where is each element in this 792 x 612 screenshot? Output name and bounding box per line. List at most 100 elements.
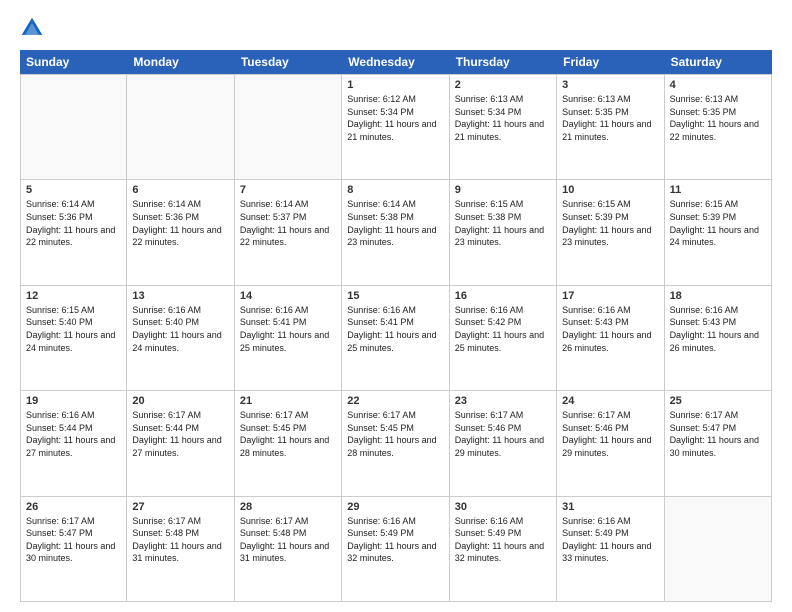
calendar-cell	[127, 75, 234, 179]
day-number: 26	[26, 501, 121, 513]
day-number: 27	[132, 501, 228, 513]
day-number: 25	[670, 395, 766, 407]
calendar-cell: 30 Sunrise: 6:16 AM Sunset: 5:49 PM Dayli…	[450, 497, 557, 601]
calendar-cell: 29 Sunrise: 6:16 AM Sunset: 5:49 PM Dayli…	[342, 497, 449, 601]
day-number: 24	[562, 395, 658, 407]
calendar-cell: 23 Sunrise: 6:17 AM Sunset: 5:46 PM Dayli…	[450, 391, 557, 495]
day-number: 10	[562, 184, 658, 196]
weekday-header: Wednesday	[342, 50, 449, 74]
day-number: 15	[347, 290, 443, 302]
day-number: 16	[455, 290, 551, 302]
day-number: 14	[240, 290, 336, 302]
calendar-cell: 31 Sunrise: 6:16 AM Sunset: 5:49 PM Dayli…	[557, 497, 664, 601]
day-number: 4	[670, 79, 766, 91]
day-info: Sunrise: 6:16 AM Sunset: 5:41 PM Dayligh…	[240, 304, 336, 354]
day-number: 5	[26, 184, 121, 196]
weekday-header: Thursday	[450, 50, 557, 74]
day-info: Sunrise: 6:17 AM Sunset: 5:46 PM Dayligh…	[455, 409, 551, 459]
logo-icon	[20, 16, 44, 40]
day-info: Sunrise: 6:17 AM Sunset: 5:46 PM Dayligh…	[562, 409, 658, 459]
calendar-cell: 14 Sunrise: 6:16 AM Sunset: 5:41 PM Dayli…	[235, 286, 342, 390]
calendar-cell: 7 Sunrise: 6:14 AM Sunset: 5:37 PM Daylig…	[235, 180, 342, 284]
calendar-cell: 20Sunrise: 6:17 AM Sunset: 5:44 PM Dayli…	[127, 391, 234, 495]
calendar-cell: 27 Sunrise: 6:17 AM Sunset: 5:48 PM Dayli…	[127, 497, 234, 601]
day-info: Sunrise: 6:17 AM Sunset: 5:47 PM Dayligh…	[26, 515, 121, 565]
weekday-header: Monday	[127, 50, 234, 74]
calendar-week-row: 5 Sunrise: 6:14 AM Sunset: 5:36 PM Daylig…	[20, 180, 772, 285]
day-number: 13	[132, 290, 228, 302]
day-info: Sunrise: 6:15 AM Sunset: 5:40 PM Dayligh…	[26, 304, 121, 354]
day-info: Sunrise: 6:14 AM Sunset: 5:38 PM Dayligh…	[347, 198, 443, 248]
day-info: Sunrise: 6:17 AM Sunset: 5:48 PM Dayligh…	[132, 515, 228, 565]
calendar-cell: 11Sunrise: 6:15 AM Sunset: 5:39 PM Dayli…	[665, 180, 772, 284]
calendar-week-row: 1 Sunrise: 6:12 AM Sunset: 5:34 PM Daylig…	[20, 74, 772, 180]
day-info: Sunrise: 6:16 AM Sunset: 5:49 PM Dayligh…	[455, 515, 551, 565]
day-info: Sunrise: 6:17 AM Sunset: 5:47 PM Dayligh…	[670, 409, 766, 459]
weekday-header: Friday	[557, 50, 664, 74]
calendar-cell: 12 Sunrise: 6:15 AM Sunset: 5:40 PM Dayli…	[20, 286, 127, 390]
calendar-cell: 28 Sunrise: 6:17 AM Sunset: 5:48 PM Dayli…	[235, 497, 342, 601]
calendar-cell: 9 Sunrise: 6:15 AM Sunset: 5:38 PM Daylig…	[450, 180, 557, 284]
day-number: 9	[455, 184, 551, 196]
day-info: Sunrise: 6:17 AM Sunset: 5:48 PM Dayligh…	[240, 515, 336, 565]
day-info: Sunrise: 6:16 AM Sunset: 5:42 PM Dayligh…	[455, 304, 551, 354]
calendar-body: 1 Sunrise: 6:12 AM Sunset: 5:34 PM Daylig…	[20, 74, 772, 602]
weekday-header: Sunday	[20, 50, 127, 74]
calendar-cell: 25 Sunrise: 6:17 AM Sunset: 5:47 PM Dayli…	[665, 391, 772, 495]
day-info: Sunrise: 6:15 AM Sunset: 5:38 PM Dayligh…	[455, 198, 551, 248]
calendar-cell: 2 Sunrise: 6:13 AM Sunset: 5:34 PM Daylig…	[450, 75, 557, 179]
day-number: 31	[562, 501, 658, 513]
calendar-cell: 17Sunrise: 6:16 AM Sunset: 5:43 PM Dayli…	[557, 286, 664, 390]
day-number: 7	[240, 184, 336, 196]
day-number: 22	[347, 395, 443, 407]
calendar-cell: 26 Sunrise: 6:17 AM Sunset: 5:47 PM Dayli…	[20, 497, 127, 601]
calendar-cell: 24 Sunrise: 6:17 AM Sunset: 5:46 PM Dayli…	[557, 391, 664, 495]
day-number: 8	[347, 184, 443, 196]
calendar-cell: 15Sunrise: 6:16 AM Sunset: 5:41 PM Dayli…	[342, 286, 449, 390]
day-info: Sunrise: 6:13 AM Sunset: 5:35 PM Dayligh…	[562, 93, 658, 143]
day-number: 30	[455, 501, 551, 513]
day-info: Sunrise: 6:14 AM Sunset: 5:36 PM Dayligh…	[132, 198, 228, 248]
calendar-cell: 1 Sunrise: 6:12 AM Sunset: 5:34 PM Daylig…	[342, 75, 449, 179]
calendar-cell	[665, 497, 772, 601]
day-number: 20	[132, 395, 228, 407]
calendar-cell	[20, 75, 127, 179]
calendar-week-row: 26 Sunrise: 6:17 AM Sunset: 5:47 PM Dayli…	[20, 497, 772, 602]
logo	[20, 16, 48, 40]
calendar-cell: 8 Sunrise: 6:14 AM Sunset: 5:38 PM Daylig…	[342, 180, 449, 284]
day-info: Sunrise: 6:16 AM Sunset: 5:43 PM Dayligh…	[670, 304, 766, 354]
weekday-header: Tuesday	[235, 50, 342, 74]
day-info: Sunrise: 6:14 AM Sunset: 5:37 PM Dayligh…	[240, 198, 336, 248]
day-info: Sunrise: 6:17 AM Sunset: 5:45 PM Dayligh…	[347, 409, 443, 459]
day-info: Sunrise: 6:12 AM Sunset: 5:34 PM Dayligh…	[347, 93, 443, 143]
day-info: Sunrise: 6:16 AM Sunset: 5:49 PM Dayligh…	[347, 515, 443, 565]
day-info: Sunrise: 6:16 AM Sunset: 5:40 PM Dayligh…	[132, 304, 228, 354]
weekday-header: Saturday	[665, 50, 772, 74]
day-info: Sunrise: 6:15 AM Sunset: 5:39 PM Dayligh…	[562, 198, 658, 248]
day-info: Sunrise: 6:14 AM Sunset: 5:36 PM Dayligh…	[26, 198, 121, 248]
day-info: Sunrise: 6:16 AM Sunset: 5:44 PM Dayligh…	[26, 409, 121, 459]
day-info: Sunrise: 6:15 AM Sunset: 5:39 PM Dayligh…	[670, 198, 766, 248]
day-number: 3	[562, 79, 658, 91]
day-info: Sunrise: 6:17 AM Sunset: 5:45 PM Dayligh…	[240, 409, 336, 459]
page: SundayMondayTuesdayWednesdayThursdayFrid…	[0, 0, 792, 612]
day-number: 1	[347, 79, 443, 91]
calendar-cell: 21 Sunrise: 6:17 AM Sunset: 5:45 PM Dayli…	[235, 391, 342, 495]
day-number: 19	[26, 395, 121, 407]
day-info: Sunrise: 6:16 AM Sunset: 5:49 PM Dayligh…	[562, 515, 658, 565]
day-number: 2	[455, 79, 551, 91]
day-number: 17	[562, 290, 658, 302]
day-number: 23	[455, 395, 551, 407]
day-number: 21	[240, 395, 336, 407]
calendar-week-row: 19 Sunrise: 6:16 AM Sunset: 5:44 PM Dayli…	[20, 391, 772, 496]
day-info: Sunrise: 6:13 AM Sunset: 5:34 PM Dayligh…	[455, 93, 551, 143]
header	[20, 16, 772, 40]
calendar-cell: 5 Sunrise: 6:14 AM Sunset: 5:36 PM Daylig…	[20, 180, 127, 284]
day-info: Sunrise: 6:13 AM Sunset: 5:35 PM Dayligh…	[670, 93, 766, 143]
calendar-header: SundayMondayTuesdayWednesdayThursdayFrid…	[20, 50, 772, 74]
calendar-cell: 16 Sunrise: 6:16 AM Sunset: 5:42 PM Dayli…	[450, 286, 557, 390]
day-number: 18	[670, 290, 766, 302]
day-number: 12	[26, 290, 121, 302]
day-number: 28	[240, 501, 336, 513]
day-number: 29	[347, 501, 443, 513]
